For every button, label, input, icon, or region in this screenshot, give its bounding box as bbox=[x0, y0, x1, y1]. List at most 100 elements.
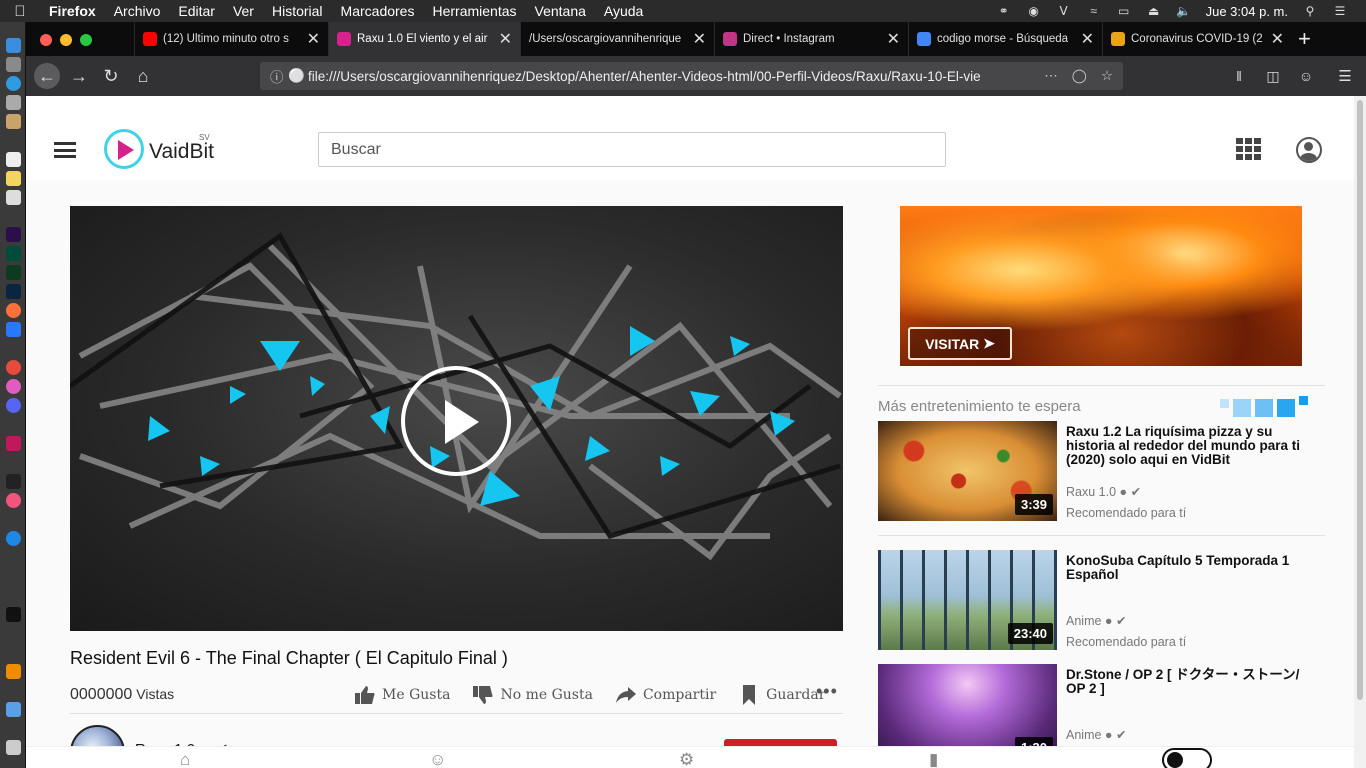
menu-archivo[interactable]: Archivo bbox=[105, 3, 170, 19]
browser-tab[interactable]: Raxu 1.0 El viento y el air ✕ bbox=[328, 22, 520, 56]
hamburger-menu-icon[interactable] bbox=[54, 142, 76, 158]
close-tab-icon[interactable]: ✕ bbox=[693, 29, 706, 49]
bluetooth-icon[interactable]: ᐯ bbox=[1056, 5, 1072, 17]
browser-tab[interactable]: /Users/oscargiovannihenrique ✕ bbox=[520, 22, 714, 56]
finder-dock-icon[interactable] bbox=[6, 38, 21, 53]
reload-button[interactable]: ↻ bbox=[98, 63, 124, 89]
dark-mode-toggle[interactable] bbox=[1162, 748, 1212, 768]
scrollbar-thumb[interactable] bbox=[1357, 100, 1363, 700]
dreamweaver-dock-icon[interactable] bbox=[6, 265, 21, 280]
bookmark-star-icon[interactable]: ☆ bbox=[1101, 68, 1113, 84]
library-icon[interactable]: ‖ bbox=[1226, 63, 1252, 89]
save-button[interactable]: Guardar bbox=[738, 685, 825, 705]
close-window-button[interactable] bbox=[40, 34, 52, 46]
menu-app-firefox[interactable]: Firefox bbox=[40, 3, 105, 19]
back-button[interactable]: ← bbox=[34, 63, 60, 89]
contacts-dock-icon[interactable] bbox=[6, 114, 21, 129]
permissions-icon[interactable]: ⚪ bbox=[288, 68, 305, 84]
vlc-dock-icon[interactable] bbox=[6, 664, 21, 679]
premiere-dock-icon[interactable] bbox=[6, 227, 21, 242]
notes-dock-icon[interactable] bbox=[6, 171, 21, 186]
chrome-dock-icon[interactable] bbox=[6, 360, 21, 375]
browser-tab[interactable]: codigo morse - Búsqueda ✕ bbox=[908, 22, 1102, 56]
browser-tab[interactable]: Coronavirus COVID-19 (2 ✕ bbox=[1102, 22, 1292, 56]
minimize-window-button[interactable] bbox=[60, 34, 72, 46]
calendar-dock-icon[interactable] bbox=[6, 152, 21, 167]
site-info-icon[interactable]: ⓘ bbox=[270, 66, 284, 86]
menu-ayuda[interactable]: Ayuda bbox=[595, 3, 652, 19]
terminal-dock-icon[interactable] bbox=[6, 474, 21, 489]
close-tab-icon[interactable]: ✕ bbox=[307, 29, 320, 49]
more-options-button[interactable]: ••• bbox=[816, 681, 838, 702]
menu-editar[interactable]: Editar bbox=[169, 3, 224, 19]
ad-banner[interactable]: VISITAR ➤ bbox=[900, 206, 1302, 366]
share-button[interactable]: Compartir bbox=[615, 685, 716, 705]
brand-name[interactable]: VaidBit bbox=[149, 140, 214, 164]
apple-menu-icon[interactable]:  bbox=[0, 3, 40, 20]
play-button[interactable] bbox=[401, 366, 511, 476]
recommendation-item[interactable]: 23:40 KonoSuba Capítulo 5 Temporada 1 Es… bbox=[878, 550, 1325, 650]
recommendation-title[interactable]: KonoSuba Capítulo 5 Temporada 1 Español bbox=[1066, 554, 1314, 582]
photoshop-dock-icon[interactable] bbox=[6, 284, 21, 299]
yoast-dock-icon[interactable] bbox=[6, 436, 21, 451]
menu-marcadores[interactable]: Marcadores bbox=[332, 3, 424, 19]
like-button[interactable]: Me Gusta bbox=[354, 685, 450, 705]
vaidbit-logo[interactable] bbox=[104, 129, 144, 169]
pocket-icon[interactable]: ◯ bbox=[1072, 68, 1087, 84]
reminders-dock-icon[interactable] bbox=[6, 190, 21, 205]
konosuba-thumbnail[interactable]: 23:40 bbox=[878, 550, 1057, 650]
recommendation-title[interactable]: Raxu 1.2 La riquísima pizza y su histori… bbox=[1066, 425, 1314, 467]
apps-grid-icon[interactable] bbox=[1236, 138, 1262, 160]
home-button[interactable]: ⌂ bbox=[130, 63, 156, 89]
audition-dock-icon[interactable] bbox=[6, 246, 21, 261]
app-menu-icon[interactable]: ☰ bbox=[1332, 63, 1358, 89]
eject-icon[interactable]: ⏏ bbox=[1146, 5, 1162, 17]
firefox-account-icon[interactable]: ☺ bbox=[1293, 63, 1319, 89]
malwarebytes-icon[interactable]: ◉ bbox=[1026, 5, 1042, 17]
forward-button[interactable]: → bbox=[66, 63, 92, 89]
page-actions-icon[interactable]: ⋯ bbox=[1044, 68, 1058, 84]
mail-dock-icon[interactable] bbox=[6, 95, 21, 110]
pizza-thumbnail[interactable]: 3:39 bbox=[878, 421, 1057, 521]
creative-cloud-icon[interactable]: ⚭ bbox=[996, 5, 1012, 17]
settings-gear-icon[interactable]: ⚙ bbox=[679, 750, 694, 768]
wifi-icon[interactable]: ≈ bbox=[1086, 5, 1102, 17]
new-tab-button[interactable]: + bbox=[1298, 26, 1311, 52]
library-book-icon[interactable]: ▮ bbox=[929, 750, 938, 768]
music-dock-icon[interactable] bbox=[6, 493, 21, 508]
browser-tab[interactable]: Direct • Instagram ✕ bbox=[714, 22, 908, 56]
sidebar-toggle-icon[interactable]: ◫ bbox=[1260, 63, 1286, 89]
zoom-window-button[interactable] bbox=[80, 34, 92, 46]
close-tab-icon[interactable]: ✕ bbox=[1081, 29, 1094, 49]
video-player[interactable] bbox=[70, 206, 843, 631]
discord-dock-icon[interactable] bbox=[6, 398, 21, 413]
url-text[interactable]: file:///Users/oscargiovannihenriquez/Des… bbox=[308, 69, 1044, 84]
recommendation-item[interactable]: 3:39 Raxu 1.2 La riquísima pizza y su hi… bbox=[878, 421, 1325, 521]
search-input[interactable] bbox=[318, 132, 946, 167]
menu-ver[interactable]: Ver bbox=[224, 3, 263, 19]
menubar-clock[interactable]: Jue 3:04 p. m. bbox=[1206, 4, 1288, 19]
firefox-dock-icon[interactable] bbox=[6, 303, 21, 318]
airplay-icon[interactable]: ▭ bbox=[1116, 5, 1132, 17]
trash-dock-icon[interactable] bbox=[6, 740, 21, 755]
url-bar[interactable]: ⓘ ⚪ file:///Users/oscargiovannihenriquez… bbox=[260, 62, 1123, 90]
app-dock-icon[interactable] bbox=[6, 322, 21, 337]
visit-button[interactable]: VISITAR ➤ bbox=[908, 327, 1012, 360]
close-tab-icon[interactable]: ✕ bbox=[887, 29, 900, 49]
close-tab-icon[interactable]: ✕ bbox=[1271, 29, 1284, 49]
menu-historial[interactable]: Historial bbox=[263, 3, 332, 19]
menu-herramientas[interactable]: Herramientas bbox=[423, 3, 525, 19]
close-tab-icon[interactable]: ✕ bbox=[499, 29, 512, 49]
app-store-dock-icon[interactable] bbox=[6, 531, 21, 546]
itunes-dock-icon[interactable] bbox=[6, 379, 21, 394]
account-icon[interactable] bbox=[1296, 137, 1322, 163]
page-scrollbar[interactable] bbox=[1354, 96, 1366, 768]
safari-dock-icon[interactable] bbox=[6, 76, 21, 91]
recommendation-title[interactable]: Dr.Stone / OP 2 [ ドクター・ストーン/ OP 2 ] bbox=[1066, 668, 1314, 696]
profile-icon[interactable]: ☺ bbox=[429, 750, 446, 768]
notification-center-icon[interactable]: ☰ bbox=[1332, 5, 1348, 17]
dislike-button[interactable]: No me Gusta bbox=[472, 685, 593, 705]
launchpad-dock-icon[interactable] bbox=[6, 57, 21, 72]
menu-ventana[interactable]: Ventana bbox=[526, 3, 595, 19]
folder-dock-icon[interactable] bbox=[6, 702, 21, 717]
